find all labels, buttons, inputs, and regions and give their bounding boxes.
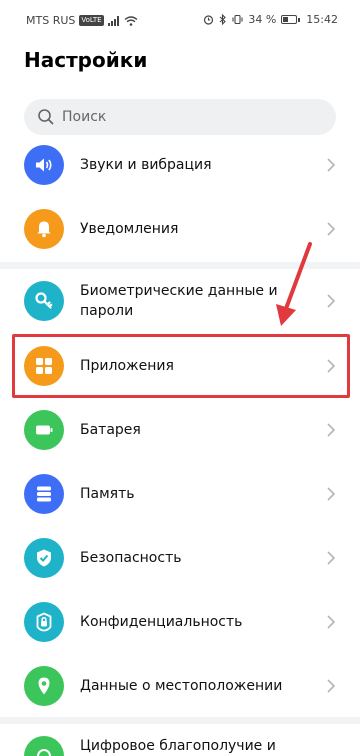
annotation-arrow-icon (276, 242, 312, 326)
carrier-name: MTS RUS (26, 14, 76, 27)
settings-item-digital-wellbeing[interactable]: Цифровое благополучие и (0, 724, 360, 756)
settings-item-label: Память (80, 486, 135, 502)
settings-item-label: Конфиденциальность (80, 614, 243, 630)
key-icon (24, 281, 64, 321)
wellbeing-icon (24, 736, 64, 756)
privacy-lock-icon (24, 602, 64, 642)
chevron-right-icon (327, 487, 336, 501)
settings-item-label: Батарея (80, 422, 141, 438)
settings-item-label: Звуки и вибрация (80, 157, 212, 173)
chevron-right-icon (327, 679, 336, 693)
wifi-icon (124, 15, 137, 26)
battery-percent: 34 % (248, 13, 277, 26)
settings-item-label: Безопасность (80, 550, 182, 566)
search-bar[interactable] (24, 99, 336, 135)
settings-screen: MTS RUS VoLTE 34 % 15:42 Настройки Поиск… (0, 0, 360, 756)
battery-level (283, 17, 289, 22)
group-divider (0, 717, 360, 724)
status-right: 34 % 15:42 (203, 13, 338, 26)
clock: 15:42 (306, 13, 338, 26)
alarm-icon (204, 15, 214, 25)
page-title: Настройки (24, 48, 148, 72)
vibrate-icon (232, 14, 243, 25)
chevron-right-icon (327, 294, 336, 308)
volte-badge: VoLTE (79, 15, 104, 26)
speaker-icon (24, 145, 64, 185)
chevron-right-icon (327, 222, 336, 236)
signal-icon (107, 15, 119, 26)
settings-item-storage[interactable]: Память (0, 462, 360, 526)
battery-icon (24, 410, 64, 450)
settings-item-sounds[interactable]: Звуки и вибрация (0, 133, 360, 197)
settings-item-label: Данные о местоположении (80, 678, 283, 694)
status-left: MTS RUS VoLTE (26, 14, 138, 27)
storage-icon (24, 474, 64, 514)
bell-icon (24, 209, 64, 249)
shield-icon (24, 538, 64, 578)
location-pin-icon (24, 666, 64, 706)
chevron-right-icon (327, 615, 336, 629)
chevron-right-icon (327, 551, 336, 565)
settings-item-label: Биометрические данные и пароли (80, 283, 278, 319)
bluetooth-icon (219, 14, 227, 25)
battery-icon (281, 15, 301, 24)
settings-item-battery[interactable]: Батарея (0, 398, 360, 462)
chevron-right-icon (327, 158, 336, 172)
settings-item-security[interactable]: Безопасность (0, 526, 360, 590)
settings-item-label: Уведомления (80, 221, 179, 237)
search-input[interactable] (62, 109, 322, 125)
settings-item-location[interactable]: Данные о местоположении (0, 654, 360, 718)
highlight-box (12, 334, 350, 398)
settings-item-privacy[interactable]: Конфиденциальность (0, 590, 360, 654)
settings-item-label: Цифровое благополучие и (80, 738, 276, 754)
chevron-right-icon (327, 423, 336, 437)
search-icon (38, 109, 54, 125)
status-bar: MTS RUS VoLTE 34 % 15:42 (0, 0, 360, 40)
